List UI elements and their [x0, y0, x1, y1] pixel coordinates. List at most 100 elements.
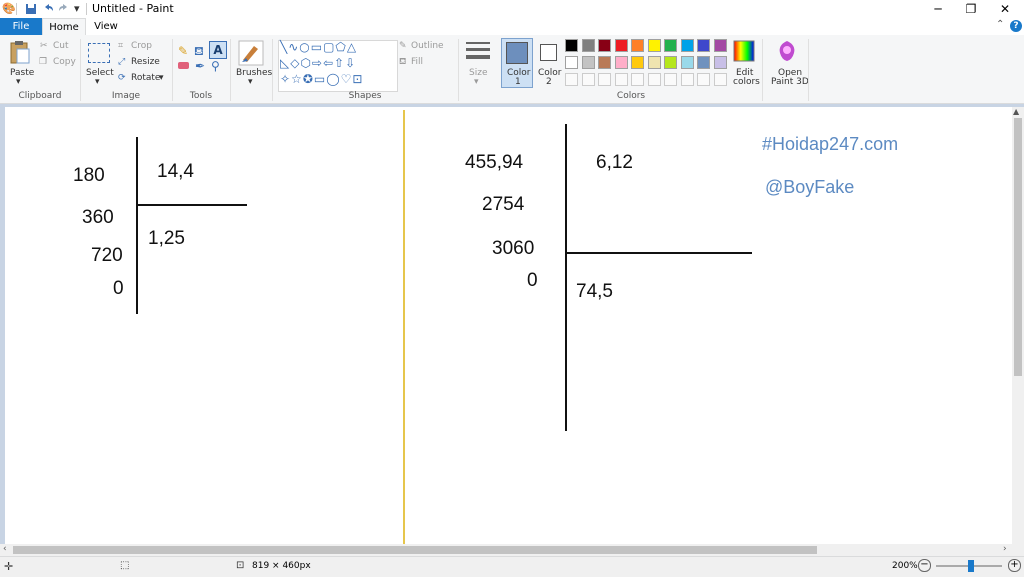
color-picker-icon[interactable]: ✒ — [195, 59, 205, 73]
vertical-scroll-thumb[interactable] — [1014, 118, 1022, 376]
paint3d-label-2[interactable]: Paint 3D — [771, 77, 809, 87]
outline-icon: ✎ — [399, 41, 407, 51]
redo-icon[interactable] — [58, 3, 70, 15]
select-icon[interactable] — [88, 43, 110, 63]
palette-swatch[interactable] — [697, 39, 710, 52]
zoom-out-button[interactable]: − — [918, 559, 931, 572]
shapes-row-2-icon[interactable]: ◺◇⬡⇨⇦⇧⇩ — [280, 56, 356, 70]
size-dropdown-icon[interactable]: ▾ — [474, 77, 479, 87]
palette-swatch[interactable] — [647, 39, 661, 52]
paste-button[interactable]: Paste — [10, 68, 34, 78]
edit-colors-label-2[interactable]: colors — [733, 77, 760, 87]
division-horizontal-line — [565, 252, 752, 254]
paint3d-icon[interactable] — [776, 39, 798, 63]
fill-bucket-icon[interactable]: ⛾ — [194, 44, 204, 60]
palette-swatch[interactable] — [581, 39, 595, 52]
save-icon[interactable] — [25, 3, 37, 15]
palette-swatch[interactable] — [631, 39, 644, 52]
left-remainder-1: 360 — [82, 207, 114, 228]
minimize-button[interactable]: ─ — [921, 0, 955, 18]
palette-swatch[interactable] — [598, 39, 611, 52]
collapse-ribbon-icon[interactable]: ⌃ — [996, 19, 1004, 30]
pencil-icon[interactable]: ✎ — [178, 44, 188, 58]
brushes-dropdown-icon[interactable]: ▾ — [248, 77, 253, 87]
scroll-up-icon[interactable]: ▲ — [1013, 107, 1019, 116]
division-vertical-line — [565, 124, 567, 431]
palette-swatch[interactable] — [680, 56, 694, 69]
tab-home[interactable]: Home — [42, 18, 86, 35]
customize-quick-access-icon[interactable]: ▾ — [74, 2, 80, 16]
color2-swatch[interactable] — [540, 44, 557, 61]
help-icon[interactable]: ? — [1010, 20, 1022, 32]
shapes-row-3-icon[interactable]: ✧☆✪▭◯♡⊡ — [280, 72, 363, 86]
zoom-slider-thumb[interactable] — [968, 560, 974, 572]
watermark-boyfake: @BoyFake — [765, 177, 855, 197]
resize-button[interactable]: Resize — [131, 57, 160, 67]
outline-button[interactable]: Outline — [411, 41, 444, 51]
brushes-button[interactable]: Brushes — [236, 68, 272, 78]
eraser-icon[interactable] — [178, 62, 189, 69]
tab-file[interactable]: File — [0, 18, 42, 35]
crop-icon: ⌗ — [118, 41, 124, 51]
copy-icon: ❐ — [39, 57, 48, 67]
palette-swatch[interactable] — [598, 56, 611, 69]
zoom-in-button[interactable]: + — [1008, 559, 1021, 572]
fill-button[interactable]: Fill — [411, 57, 423, 67]
size-icon-line — [466, 55, 490, 59]
rotate-button[interactable]: Rotate — [131, 73, 160, 83]
crop-button[interactable]: Crop — [131, 41, 152, 51]
color1-sub-label: 1 — [515, 77, 521, 87]
right-remainder-1: 2754 — [482, 194, 525, 215]
custom-color-slot[interactable] — [713, 73, 727, 86]
edit-colors-icon[interactable] — [733, 40, 755, 62]
horizontal-scroll-thumb[interactable] — [13, 546, 817, 554]
palette-swatch[interactable] — [664, 39, 677, 52]
paste-dropdown-icon[interactable]: ▾ — [16, 77, 21, 87]
custom-color-slot[interactable] — [598, 73, 611, 86]
paint-app-icon[interactable]: 🎨 — [2, 2, 16, 16]
cut-button[interactable]: Cut — [53, 41, 69, 51]
palette-swatch[interactable] — [713, 39, 727, 52]
maximize-button[interactable]: ❐ — [954, 0, 988, 18]
palette-swatch[interactable] — [631, 56, 644, 69]
scroll-right-icon[interactable]: › — [1003, 544, 1007, 554]
copy-button[interactable]: Copy — [53, 57, 76, 67]
magnifier-icon[interactable]: ⚲ — [211, 59, 220, 73]
close-button[interactable]: ✕ — [988, 0, 1022, 18]
palette-swatch[interactable] — [664, 56, 677, 69]
custom-color-slot[interactable] — [614, 73, 628, 86]
left-remainder-3: 0 — [113, 278, 124, 299]
palette-swatch[interactable] — [581, 56, 595, 69]
palette-swatch[interactable] — [647, 56, 661, 69]
rotate-dropdown-icon[interactable]: ▾ — [159, 73, 164, 83]
palette-swatch[interactable] — [680, 39, 694, 52]
cut-icon: ✂ — [40, 41, 48, 51]
palette-swatch[interactable] — [713, 56, 727, 69]
palette-swatch[interactable] — [614, 39, 628, 52]
custom-color-slot[interactable] — [581, 73, 595, 86]
paste-icon[interactable] — [9, 40, 31, 66]
palette-swatch[interactable] — [614, 56, 628, 69]
custom-color-slot[interactable] — [647, 73, 661, 86]
color-palette — [565, 39, 735, 89]
canvas-size-icon: ⊡ — [236, 560, 245, 571]
scroll-left-icon[interactable]: ‹ — [3, 544, 7, 554]
custom-color-slot[interactable] — [565, 73, 578, 86]
text-tool-icon[interactable]: A — [209, 41, 227, 59]
tools-group-label: Tools — [189, 91, 213, 101]
palette-swatch[interactable] — [565, 39, 578, 52]
undo-icon[interactable] — [42, 3, 54, 15]
custom-color-slot[interactable] — [631, 73, 644, 86]
custom-color-slot[interactable] — [680, 73, 694, 86]
palette-swatch[interactable] — [697, 56, 710, 69]
shapes-row-1-icon[interactable]: ╲∿○▭▢⬠△ — [280, 40, 357, 54]
drawing-canvas[interactable]: 180 14,4 360 720 0 1,25 455,94 6,12 2754… — [5, 107, 1012, 544]
brushes-icon[interactable] — [238, 40, 264, 66]
select-dropdown-icon[interactable]: ▾ — [95, 77, 100, 87]
custom-color-slot[interactable] — [664, 73, 677, 86]
palette-swatch[interactable] — [565, 56, 578, 69]
left-remainder-2: 720 — [91, 245, 123, 266]
custom-color-slot[interactable] — [697, 73, 710, 86]
tab-view[interactable]: View — [88, 18, 124, 35]
size-icon[interactable] — [466, 42, 490, 44]
